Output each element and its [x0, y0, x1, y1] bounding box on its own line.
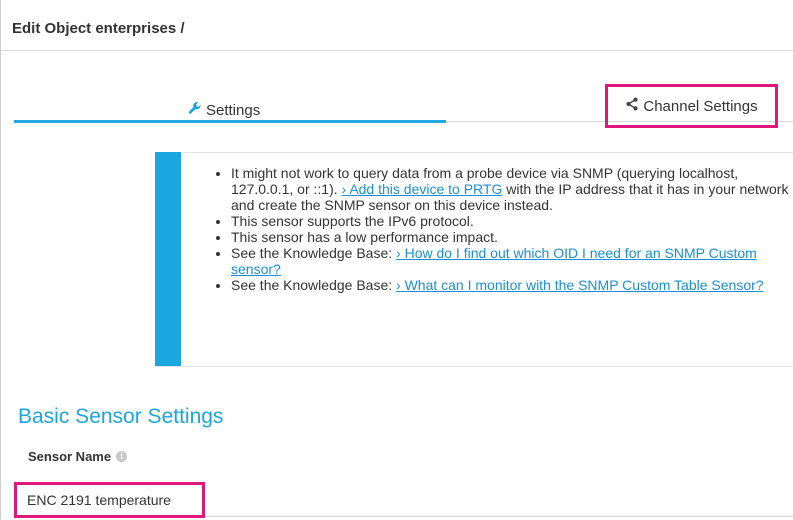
add-device-link[interactable]: › Add this device to PRTG — [342, 181, 503, 197]
field-label-text: Sensor Name — [28, 449, 112, 464]
info-text: See the Knowledge Base: — [231, 245, 397, 261]
link-chevron-icon: › — [396, 277, 401, 293]
info-panel: It might not work to query data from a p… — [155, 152, 793, 367]
info-item: See the Knowledge Base: › How do I find … — [231, 245, 791, 277]
share-icon — [625, 97, 639, 115]
info-item: It might not work to query data from a p… — [231, 165, 791, 213]
page-title: Edit Object enterprises / — [12, 20, 185, 37]
tab-channel-settings-label: Channel Settings — [643, 97, 758, 115]
kb-custom-table-link[interactable]: › What can I monitor with the SNMP Custo… — [396, 277, 764, 293]
input-underline — [205, 516, 793, 517]
link-chevron-icon: › — [396, 245, 401, 261]
link-text: Add this device to PRTG — [349, 181, 503, 197]
title-divider — [0, 50, 793, 51]
info-icon[interactable]: i — [116, 451, 128, 462]
info-text: This sensor has a low performance impact… — [231, 229, 498, 245]
info-item: This sensor has a low performance impact… — [231, 229, 791, 245]
wrench-icon — [188, 101, 202, 119]
tab-settings-label: Settings — [206, 101, 261, 119]
section-title: Basic Sensor Settings — [18, 405, 224, 428]
sensor-name-label: Sensor Name i — [28, 449, 128, 464]
info-accent-bar — [155, 152, 181, 367]
tab-channel-settings[interactable]: Channel Settings — [605, 84, 778, 128]
sensor-name-input[interactable]: ENC 2191 temperature — [14, 482, 205, 518]
info-item: See the Knowledge Base: › What can I mon… — [231, 277, 791, 293]
info-text: This sensor supports the IPv6 protocol. — [231, 213, 474, 229]
link-chevron-icon: › — [341, 181, 347, 197]
tab-settings[interactable]: Settings — [188, 101, 260, 119]
frame-border — [0, 0, 1, 520]
tab-settings-underline — [14, 120, 446, 123]
info-border — [181, 152, 793, 153]
info-list: It might not work to query data from a p… — [213, 165, 791, 293]
link-text: What can I monitor with the SNMP Custom … — [404, 277, 764, 293]
info-text: See the Knowledge Base: — [231, 277, 397, 293]
info-item: This sensor supports the IPv6 protocol. — [231, 213, 791, 229]
info-border — [155, 366, 793, 367]
